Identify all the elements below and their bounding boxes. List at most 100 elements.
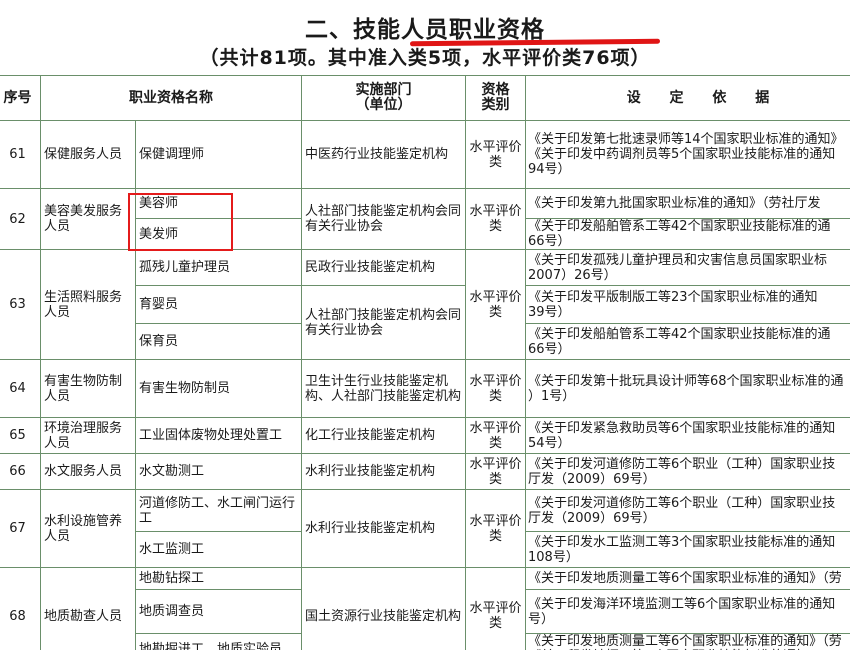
basis-cell: 《关于印发孤残儿童护理员和灾害信息员国家职业标 2007）26号） [525, 249, 850, 286]
basis-line: 《关于印发水工监测工等3个国家职业技能标准的通知 [528, 534, 836, 550]
qualification-name: 水文勘测工 [135, 453, 302, 490]
row-number: 64 [0, 359, 41, 418]
basis-cell: 《关于印发第七批速录师等14个国家职业标准的通知》 《关于印发中药调剂员等5个国家… [525, 120, 850, 189]
qualification-name: 育婴员 [135, 285, 302, 324]
implementing-department: 化工行业技能鉴定机构 [301, 417, 466, 454]
basis-line: 2007）26号） [528, 267, 617, 283]
occupation-group: 美容美发服务人员 [40, 188, 136, 250]
basis-line: 《关于印发地质测量工等6个国家职业标准的通知》（劳 [528, 571, 842, 586]
qualification-type: 水平评价类 [465, 249, 526, 360]
row-number: 61 [0, 120, 41, 189]
basis-line: 《关于印发孤残儿童护理员和灾害信息员国家职业标 [528, 252, 828, 268]
basis-line: 《关于印发第十批玩具设计师等68个国家职业标准的通 [528, 373, 844, 389]
basis-line: ）1号） [528, 388, 576, 404]
header-basis: 设 定 依 据 [525, 75, 850, 121]
basis-cell: 《关于印发第九批国家职业标准的通知》（劳社厅发 [525, 188, 850, 219]
basis-cell: 《关于印发河道修防工等6个职业（工种）国家职业技 厅发（2009）69号） [525, 489, 850, 532]
basis-line: 54号） [528, 435, 571, 451]
table-body: 61 保健服务人员 保健调理师 中医药行业技能鉴定机构 水平评价类 《关于印发第七批速录师… [0, 120, 850, 650]
qualification-name: 保育员 [135, 323, 302, 360]
basis-cell: 《关于印发船舶管系工等42个国家职业技能标准的通 66号） [525, 323, 850, 360]
header-type: 资格 类别 [465, 75, 526, 121]
header-name: 职业资格名称 [40, 75, 302, 121]
occupation-group: 保健服务人员 [40, 120, 136, 189]
row-number: 68 [0, 567, 41, 650]
basis-line: 《关于印发船舶管系工等42个国家职业技能标准的通 [528, 326, 831, 342]
basis-cell: 《关于印发第十批玩具设计师等68个国家职业标准的通 ）1号） [525, 359, 850, 418]
header-type-main: 资格 [481, 82, 510, 98]
basis-line: 号） [528, 611, 555, 627]
occupation-group: 地质勘查人员 [40, 567, 136, 650]
basis-line: 66号） [528, 234, 571, 249]
basis-line: 66号） [528, 341, 571, 357]
qualification-type: 水平评价类 [465, 359, 526, 418]
row-number: 62 [0, 188, 41, 250]
qualification-name: 有害生物防制员 [135, 359, 302, 418]
qualification-name: 工业固体废物处理处置工 [135, 417, 302, 454]
header-type-sub: 类别 [481, 97, 510, 113]
table-row: 61 保健服务人员 保健调理师 中医药行业技能鉴定机构 水平评价类 《关于印发第七批速录师… [0, 120, 850, 189]
implementing-department: 人社部门技能鉴定机构会同有关行业协会 [301, 285, 466, 360]
occupation-group: 环境治理服务人员 [40, 417, 136, 454]
table-row: 65 环境治理服务人员 工业固体废物处理处置工 化工行业技能鉴定机构 水平评价类 《关于印… [0, 417, 850, 454]
table-row: 62 美容美发服务人员 美容师 人社部门技能鉴定机构会同有关行业协会 水平评价类 《关于印… [0, 188, 850, 250]
implementing-department: 人社部门技能鉴定机构会同有关行业协会 [301, 188, 466, 250]
implementing-department: 民政行业技能鉴定机构 [301, 249, 466, 286]
table-row: 68 地质勘查人员 地勘钻探工 国土资源行业技能鉴定机构 水平评价类 《关于印发地质测量工… [0, 567, 850, 650]
table-row: 64 有害生物防制人员 有害生物防制员 卫生计生行业技能鉴定机构、人社部门技能鉴定机构… [0, 359, 850, 418]
basis-line: 《关于印发船舶管系工等42个国家职业技能标准的通 [528, 219, 831, 235]
qualification-name: 美容师 [135, 188, 302, 219]
implementing-department: 水利行业技能鉴定机构 [301, 489, 466, 568]
basis-cell: 《关于印发地质测量工等6个国家职业标准的通知》（劳 [525, 567, 850, 590]
basis-line: 厅发（2009）69号） [528, 510, 656, 526]
basis-line: 《关于印发海洋环境监测工等6个国家职业标准的通知 [528, 596, 836, 612]
qualification-name: 保健调理师 [135, 120, 302, 189]
header-dept-main: 实施部门 [355, 82, 412, 98]
basis-cell: 《关于印发紧急救助员等6个国家职业技能标准的通知 54号） [525, 417, 850, 454]
qualification-name: 美发师 [135, 218, 302, 250]
occupation-group: 有害生物防制人员 [40, 359, 136, 418]
implementing-department: 国土资源行业技能鉴定机构 [301, 567, 466, 650]
qualification-type: 水平评价类 [465, 417, 526, 454]
occupation-group: 水文服务人员 [40, 453, 136, 490]
row-number: 63 [0, 249, 41, 360]
basis-cell: 《关于印发船舶管系工等42个国家职业技能标准的通 66号） [525, 218, 850, 250]
basis-line: 《关于印发第七批速录师等14个国家职业标准的通知》 [528, 132, 844, 147]
occupation-group: 生活照料服务人员 [40, 249, 136, 360]
basis-line: 《关于印发紧急救助员等6个国家职业技能标准的通知 [528, 420, 836, 436]
qualification-type: 水平评价类 [465, 188, 526, 250]
qualification-name: 孤残儿童护理员 [135, 249, 302, 286]
header-dept-sub: （单位） [355, 97, 412, 113]
row-number: 65 [0, 417, 41, 454]
basis-cell: 《关于印发地质测量工等6个国家职业标准的通知》（劳《关于印发钻探工等6个国家职业… [525, 633, 850, 650]
section-subtitle: （共计81项。其中准入类5项，水平评价类76项） [199, 47, 651, 69]
basis-line: 《关于印发第九批国家职业标准的通知》（劳社厅发 [528, 196, 821, 211]
qualification-type: 水平评价类 [465, 489, 526, 568]
qualification-name: 地勘钻探工 [135, 567, 302, 590]
qualification-name: 地质调查员 [135, 589, 302, 634]
implementing-department: 卫生计生行业技能鉴定机构、人社部门技能鉴定机构 [301, 359, 466, 418]
basis-cell: 《关于印发海洋环境监测工等6个国家职业标准的通知 号） [525, 589, 850, 634]
table-row: 67 水利设施管养人员 河道修防工、水工闸门运行工 水利行业技能鉴定机构 水平评价类 《关… [0, 489, 850, 568]
table-row: 66 水文服务人员 水文勘测工 水利行业技能鉴定机构 水平评价类 《关于印发河道修防工等6… [0, 453, 850, 490]
basis-line: 108号） [528, 549, 579, 565]
basis-line: 《关于印发平版制版工等23个国家职业标准的通知 [528, 289, 818, 305]
basis-line: 39号） [528, 304, 571, 320]
basis-line: 94号） [528, 162, 571, 177]
basis-line: 《关于印发地质测量工等6个国家职业标准的通知》（劳 [528, 634, 842, 650]
row-number: 66 [0, 453, 41, 490]
qualification-name: 地勘掘进工、地质实验员 [135, 633, 302, 650]
qualification-table-area: 序号 职业资格名称 实施部门 （单位） 资格 类别 设 定 依 据 61 保健服务… [0, 75, 850, 650]
basis-line: 《关于印发河道修防工等6个职业（工种）国家职业技 [528, 456, 836, 472]
implementing-department: 水利行业技能鉴定机构 [301, 453, 466, 490]
basis-cell: 《关于印发河道修防工等6个职业（工种）国家职业技 厅发（2009）69号） [525, 453, 850, 490]
occupation-group: 水利设施管养人员 [40, 489, 136, 568]
basis-cell: 《关于印发水工监测工等3个国家职业技能标准的通知 108号） [525, 531, 850, 568]
implementing-department: 中医药行业技能鉴定机构 [301, 120, 466, 189]
qualification-type: 水平评价类 [465, 567, 526, 650]
qualification-name: 河道修防工、水工闸门运行工 [135, 489, 302, 532]
table-row: 63 生活照料服务人员 孤残儿童护理员 民政行业技能鉴定机构 水平评价类 《关于印发孤残儿… [0, 249, 850, 360]
header-seq: 序号 [0, 75, 41, 121]
row-number: 67 [0, 489, 41, 568]
qualification-name: 水工监测工 [135, 531, 302, 568]
